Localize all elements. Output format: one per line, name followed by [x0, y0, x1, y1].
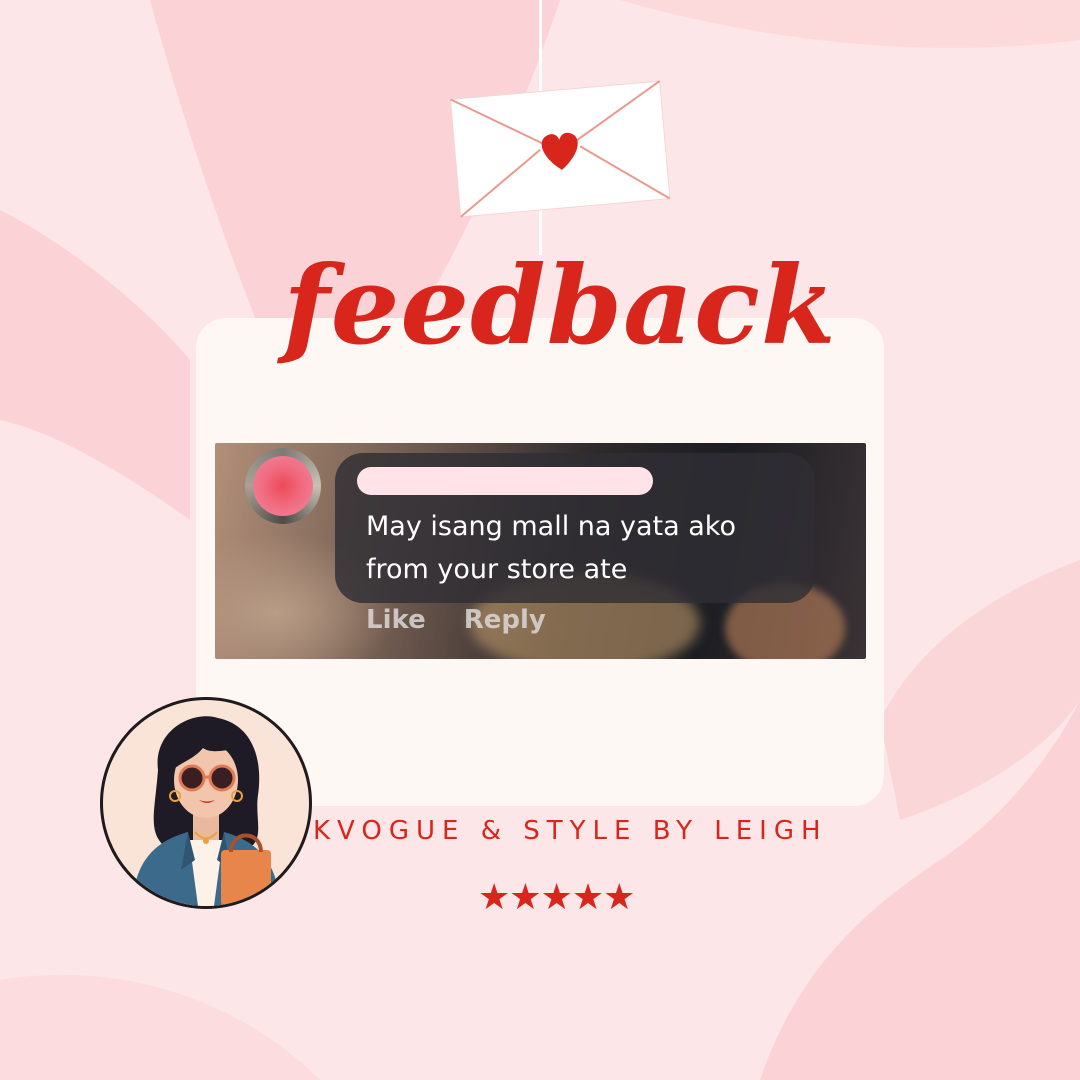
- comment-text: May isang mall na yata ako from your sto…: [366, 511, 736, 585]
- brand-logo-avatar: [100, 697, 312, 909]
- brand-name: KVOGUE & STYLE BY LEIGH: [313, 816, 828, 846]
- avatar: [245, 448, 321, 524]
- reply-button[interactable]: Reply: [464, 605, 546, 635]
- rating-stars: ★★★★★: [478, 877, 635, 918]
- redacted-author-name: [357, 467, 653, 495]
- avatar-blur: [253, 456, 313, 516]
- like-button[interactable]: Like: [366, 605, 426, 635]
- comment-screenshot: May isang mall na yata ako from your sto…: [215, 443, 866, 659]
- envelope-heart-icon: [449, 80, 671, 218]
- comment-actions: Like Reply: [366, 605, 584, 635]
- page-title: feedback: [283, 243, 837, 369]
- woman-illustration: [133, 716, 279, 906]
